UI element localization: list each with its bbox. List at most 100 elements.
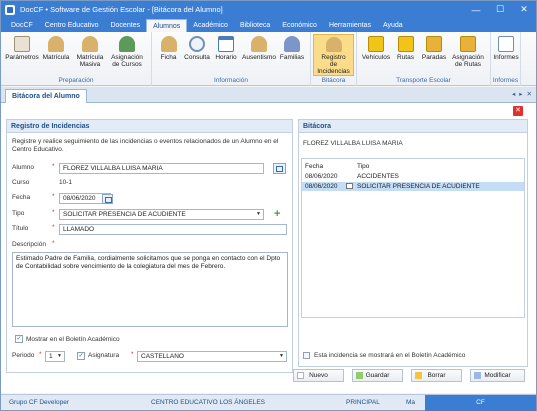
tab-herramientas[interactable]: Herramientas [323,19,377,32]
horario-label: Horario [215,54,237,61]
route-assign-icon [460,36,476,52]
parametros-button[interactable]: Parámetros [5,34,39,76]
tab-docentes[interactable]: Docentes [104,19,146,32]
tab-close-icon[interactable]: ✕ [527,90,532,98]
rutas-button[interactable]: Rutas [392,34,419,76]
modificar-label: Modificar [484,372,511,379]
bulletin-note: Esta incidencia se mostrará en el Boletí… [314,352,466,359]
consulta-button[interactable]: Consulta [182,34,212,76]
student-search-icon[interactable] [273,163,286,174]
app-logo-icon [5,4,15,15]
tab-navigation: ◂ ▸ ✕ [512,90,532,98]
paradas-button[interactable]: Paradas [419,34,449,76]
ficha-button[interactable]: Ficha [155,34,182,76]
column-tipo[interactable]: Tipo [357,162,369,171]
alumno-required-mark: * [52,163,55,170]
tab-doccf[interactable]: DocCF [5,19,39,32]
registro-incidencias-button[interactable]: Registro de Incidencias [313,34,354,76]
nuevo-button[interactable]: Nuevo [293,369,344,382]
chevron-down-icon: ▼ [57,353,62,359]
alumno-field[interactable]: FLOREZ VILLALBA LUISA MARIA [59,163,264,174]
students-add-icon [82,36,98,52]
tab-economico[interactable]: Económico [276,19,323,32]
paradas-label: Paradas [421,54,447,61]
tipo-value: SOLICITAR PRESENCIA DE ACUDIENTE [63,211,186,218]
fecha-required-mark: * [52,193,55,200]
vehiculos-label: Vehículos [361,54,391,61]
column-fecha[interactable]: Fecha [305,162,323,171]
tab-next-icon[interactable]: ▸ [519,90,522,98]
vehiculos-button[interactable]: Vehículos [360,34,392,76]
borrar-label: Borrar [427,372,446,379]
registro-incidencias-label: Registro de Incidencias [317,54,350,75]
familias-button[interactable]: Familias [278,34,306,76]
magnifier-icon [189,36,205,52]
close-button[interactable]: ✕ [512,1,536,18]
list-item[interactable]: 08/06/2020 SOLICITAR PRESENCIA DE ACUDIE… [302,182,524,191]
calendar-icon[interactable] [102,194,113,204]
tab-bitacora-alumno[interactable]: Bitácora del Alumno [5,89,87,103]
ausentismo-button[interactable]: Ausentismo [240,34,278,76]
descripcion-textarea[interactable]: Estimado Padre de Familia, cordialmente … [12,252,288,327]
asignacion-rutas-button[interactable]: Asignación de Rutas [449,34,487,76]
tab-alumnos[interactable]: Alumnos [146,19,188,32]
descripcion-label: Descripción [12,241,46,248]
tab-centro-educativo[interactable]: Centro Educativo [39,19,105,32]
maximize-button[interactable]: ☐ [488,1,512,18]
list-header: Fecha Tipo [302,162,524,171]
row-tipo: ACCIDENTES [357,173,399,180]
status-session: Ma [406,399,416,406]
tipo-select[interactable]: SOLICITAR PRESENCIA DE ACUDIENTE ▼ [59,209,264,220]
matricula-button[interactable]: Matrícula [39,34,73,76]
bitacora-list: Fecha Tipo 08/06/2020 ACCIDENTES 08/06/2… [301,158,525,318]
status-bar: Grupo CF Developer CENTRO EDUCATIVO LOS … [1,394,536,411]
asignatura-label: Asignatura [88,352,120,359]
bitacora-panel-title: Bitácora [299,120,527,133]
asignatura-required-mark: * [131,351,134,358]
group-icon [119,36,135,52]
periodo-value: 1 [49,353,53,360]
tab-biblioteca[interactable]: Biblioteca [234,19,276,32]
bitacora-student-name: FLOREZ VILLALBA LUISA MARIA [303,140,403,147]
row-fecha: 08/06/2020 [305,173,338,180]
absence-icon [251,36,267,52]
tab-prev-icon[interactable]: ◂ [512,90,515,98]
add-type-icon[interactable]: + [274,209,280,220]
content-area: ✕ Registro de Incidencias Registre y rea… [1,103,536,393]
row-fecha: 08/06/2020 [305,183,338,190]
horario-button[interactable]: Horario [212,34,240,76]
curso-label: Curso [12,179,30,186]
row-tipo: SOLICITAR PRESENCIA DE ACUDIENTE [357,183,480,190]
ausentismo-label: Ausentismo [242,54,276,61]
chevron-down-icon: ▼ [279,353,284,359]
ficha-label: Ficha [160,54,177,61]
title-bar: DocCF • Software de Gestión Escolar - [B… [1,1,536,18]
alumno-label: Alumno [12,164,35,171]
informes-button[interactable]: Informes [492,34,520,76]
matricula-masiva-button[interactable]: Matrícula Masiva [73,34,107,76]
titulo-field[interactable]: LLAMADO [59,224,287,235]
tab-academico[interactable]: Académico [187,19,234,32]
close-document-icon[interactable]: ✕ [513,106,523,116]
group-informes: Informes Informes [491,32,521,86]
matricula-masiva-label: Matrícula Masiva [76,54,104,68]
list-item[interactable]: 08/06/2020 ACCIDENTES [302,172,524,181]
mostrar-checkbox[interactable]: ✓ [15,335,23,343]
borrar-button[interactable]: Borrar [411,369,462,382]
periodo-select[interactable]: 1 ▼ [45,351,65,362]
incident-icon [325,37,342,52]
ribbon-tabs: DocCF Centro Educativo Docentes Alumnos … [1,18,536,32]
intro-text: Registre y realice seguimiento de las in… [12,138,279,153]
asignatura-select[interactable]: CASTELLANO ▼ [137,351,287,362]
status-group: Grupo CF Developer [9,399,69,406]
student-add-icon [48,36,64,52]
modificar-button[interactable]: Modificar [470,369,525,382]
tab-ayuda[interactable]: Ayuda [377,19,409,32]
guardar-button[interactable]: Guardar [352,369,403,382]
report-icon [498,36,514,52]
asignacion-cursos-button[interactable]: Asignación de Cursos [107,34,147,76]
familias-label: Familias [279,54,305,61]
descripcion-required-mark: * [52,240,55,247]
minimize-button[interactable]: — [464,1,488,18]
asignatura-checkbox[interactable]: ✓ [77,352,85,360]
